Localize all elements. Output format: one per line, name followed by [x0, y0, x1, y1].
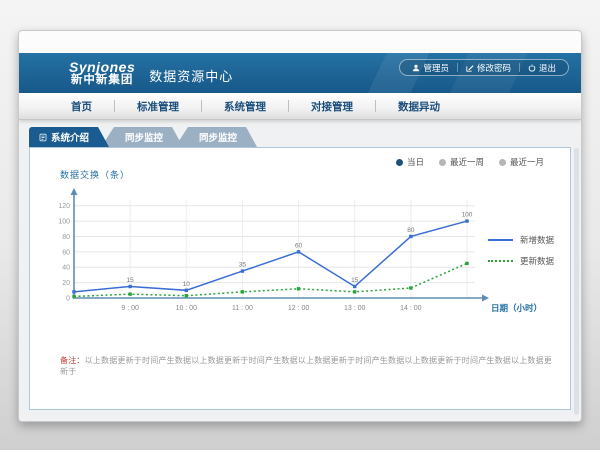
nav-item-system[interactable]: 系统管理 [202, 99, 288, 114]
svg-text:80: 80 [62, 234, 70, 241]
desktop-background: Synjones 新中新集团 数据资源中心 管理员 [0, 0, 600, 450]
chart-panel: 当日 最近一周 最近一月 数据交换（条） 0 20 40 60 80 100 120 9 : … [29, 147, 571, 410]
change-password-button[interactable]: 修改密码 [458, 62, 519, 74]
tab-bar: 系统介绍 同步监控 同步监控 [29, 127, 581, 147]
legend-line-solid-icon [488, 239, 513, 241]
svg-text:20: 20 [62, 280, 70, 287]
radio-dot-icon [439, 159, 446, 166]
data-point [185, 294, 188, 297]
svg-text:120: 120 [58, 203, 70, 210]
data-point [465, 262, 468, 265]
chart-container: 0 20 40 60 80 100 120 9 : 00 10 : 00 11 : 00 12 : … [44, 186, 544, 331]
radio-label: 最近一周 [450, 156, 484, 168]
user-toolbar: 管理员 修改密码 退出 [399, 59, 569, 76]
chart-tick-labels: 0 20 40 60 80 100 120 9 : 00 10 : 00 11 : 00 12 : … [58, 203, 542, 313]
data-point [465, 219, 468, 222]
svg-text:10 : 00: 10 : 00 [176, 305, 198, 312]
svg-text:15: 15 [351, 277, 359, 284]
data-point [353, 290, 356, 293]
logout-label: 退出 [539, 62, 556, 74]
edit-icon [466, 64, 474, 72]
tab-label: 系统介绍 [51, 130, 89, 144]
tab-sync-monitor-1[interactable]: 同步监控 [101, 127, 183, 147]
brand-logo-en: Synjones [69, 60, 135, 75]
brand-logo[interactable]: Synjones 新中新集团 [69, 60, 135, 87]
vertical-scrollbar[interactable] [574, 148, 579, 415]
legend-item-new-data[interactable]: 新增数据 [488, 234, 554, 246]
svg-text:9 : 00: 9 : 00 [121, 305, 139, 312]
brand-logo-cn: 新中新集团 [69, 74, 135, 86]
tab-system-intro[interactable]: 系统介绍 [29, 127, 109, 147]
user-button-label: 管理员 [423, 62, 449, 74]
change-password-label: 修改密码 [477, 62, 511, 74]
nav-item-home[interactable]: 首页 [49, 99, 114, 114]
main-nav: 首页 标准管理 系统管理 对接管理 数据异动 [19, 93, 581, 120]
legend-item-update-data[interactable]: 更新数据 [488, 255, 554, 267]
data-point [185, 289, 188, 292]
data-point [128, 292, 131, 295]
svg-text:40: 40 [62, 265, 70, 272]
nav-item-data-change[interactable]: 数据异动 [376, 99, 462, 114]
content-area: 系统介绍 同步监控 同步监控 当日 最近一周 [19, 120, 581, 422]
svg-text:0: 0 [66, 296, 70, 303]
time-range-filter: 当日 最近一周 最近一月 [396, 156, 544, 168]
footnote: 备注：以上数据更新于时间产生数据以上数据更新于时间产生数据以上数据更新于时间产生… [60, 355, 560, 377]
tab-label: 同步监控 [199, 130, 237, 144]
radio-dot-icon [396, 159, 403, 166]
data-point [409, 235, 412, 238]
tab-sync-monitor-2[interactable]: 同步监控 [175, 127, 257, 147]
chart-series-新增数据: 15 10 35 60 15 80 100 [72, 212, 473, 294]
data-point [128, 285, 131, 288]
radio-last-month[interactable]: 最近一月 [499, 156, 544, 168]
nav-item-integration[interactable]: 对接管理 [289, 99, 375, 114]
tab-label: 同步监控 [125, 130, 163, 144]
svg-text:80: 80 [407, 227, 415, 234]
legend-line-dotted-icon [488, 260, 513, 262]
chart-axes [71, 188, 490, 302]
svg-text:60: 60 [295, 242, 303, 249]
footnote-text: 以上数据更新于时间产生数据以上数据更新于时间产生数据以上数据更新于时间产生数据以… [60, 356, 552, 376]
svg-text:13 : 00: 13 : 00 [344, 305, 366, 312]
app-title: 数据资源中心 [149, 62, 233, 85]
footnote-prefix: 备注： [60, 356, 85, 365]
y-axis-title: 数据交换（条） [60, 168, 130, 181]
data-point [409, 286, 412, 289]
document-icon [39, 133, 47, 142]
legend-label: 新增数据 [520, 234, 554, 246]
data-point [353, 285, 356, 288]
app-header: Synjones 新中新集团 数据资源中心 管理员 [19, 53, 581, 93]
radio-last-week[interactable]: 最近一周 [439, 156, 484, 168]
svg-text:12 : 00: 12 : 00 [288, 305, 310, 312]
data-point [72, 290, 75, 293]
power-icon [528, 64, 536, 72]
radio-label: 当日 [407, 156, 424, 168]
svg-text:100: 100 [462, 212, 473, 219]
data-point [241, 269, 244, 272]
svg-text:14 : 00: 14 : 00 [400, 305, 422, 312]
user-button[interactable]: 管理员 [404, 62, 457, 74]
radio-dot-icon [499, 159, 506, 166]
radio-today[interactable]: 当日 [396, 156, 424, 168]
user-icon [412, 64, 420, 72]
data-point [72, 295, 75, 298]
svg-text:11 : 00: 11 : 00 [232, 305, 253, 312]
chart-legend: 新增数据 更新数据 [488, 234, 554, 267]
svg-text:60: 60 [62, 249, 70, 256]
chart-grid [74, 200, 475, 298]
data-point [297, 287, 300, 290]
data-point [241, 290, 244, 293]
svg-text:10: 10 [183, 281, 191, 288]
svg-text:100: 100 [58, 219, 70, 226]
app-window: Synjones 新中新集团 数据资源中心 管理员 [18, 30, 582, 422]
radio-label: 最近一月 [510, 156, 544, 168]
nav-item-standards[interactable]: 标准管理 [115, 99, 201, 114]
svg-text:15: 15 [127, 277, 135, 284]
line-chart: 0 20 40 60 80 100 120 9 : 00 10 : 00 11 : 00 12 : … [44, 186, 544, 326]
logout-button[interactable]: 退出 [520, 62, 564, 74]
window-top-strip [19, 31, 581, 53]
svg-text:日期（小时）: 日期（小时） [491, 303, 542, 313]
svg-text:35: 35 [239, 262, 247, 269]
legend-label: 更新数据 [520, 255, 554, 267]
data-point [297, 250, 300, 253]
